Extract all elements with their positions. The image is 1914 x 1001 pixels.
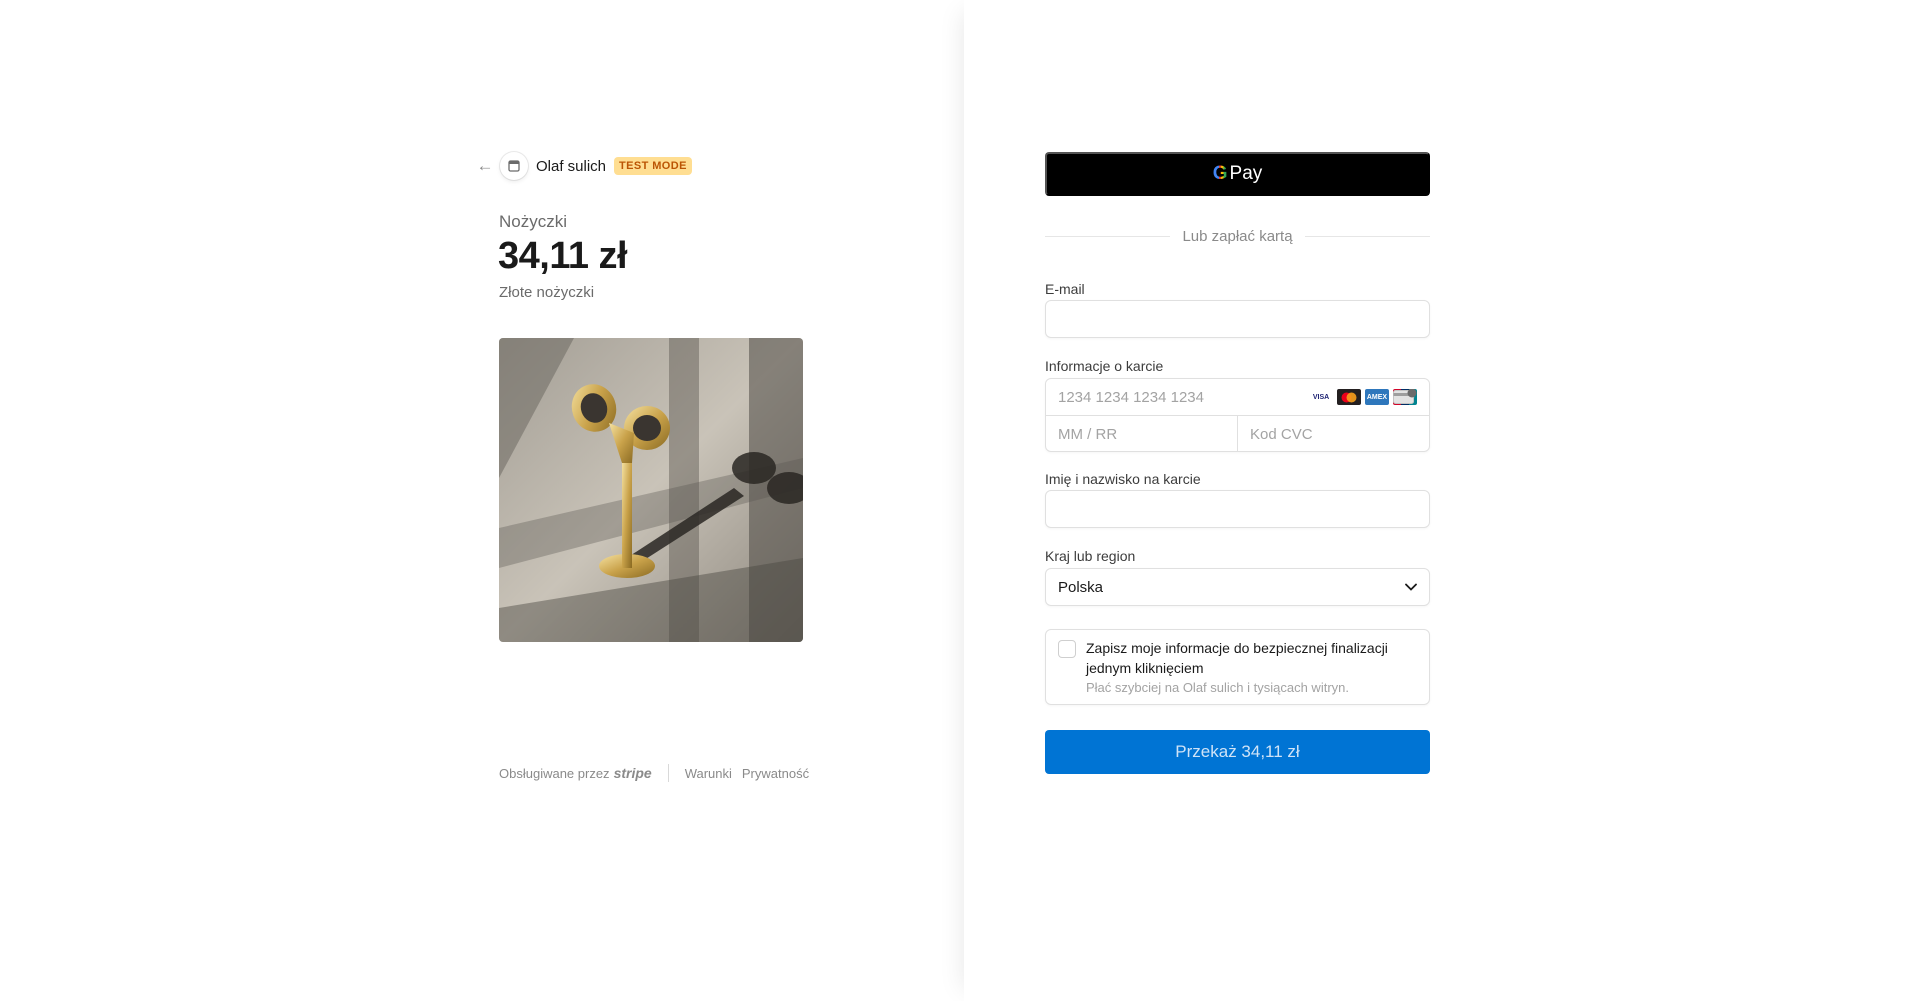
- country-value: Polska: [1058, 578, 1104, 596]
- terms-link[interactable]: Warunki: [685, 766, 732, 781]
- country-select[interactable]: Polska: [1045, 568, 1430, 606]
- powered-by-text: Obsługiwane przez: [499, 765, 610, 781]
- product-description: Złote nożyczki: [499, 284, 595, 301]
- product-image: [499, 338, 803, 642]
- or-divider: Lub zapłać kartą: [1045, 228, 1431, 245]
- amex-icon: AMEX: [1365, 389, 1389, 405]
- google-pay-label: Pay: [1229, 163, 1263, 184]
- email-label: E-mail: [1045, 281, 1085, 297]
- stripe-logo[interactable]: stripe: [614, 765, 652, 781]
- divider-line-right: [1304, 236, 1431, 237]
- footer-divider: [667, 764, 669, 782]
- product-price: 34,11 zł: [498, 235, 628, 277]
- card-info-group: 1234 1234 1234 1234 VISA AMEX UnionPay M…: [1045, 378, 1430, 452]
- pay-button[interactable]: Przekaż 34,11 zł: [1045, 730, 1430, 774]
- cardholder-name-field[interactable]: [1045, 490, 1430, 528]
- cvc-card-icon: [1393, 389, 1417, 404]
- privacy-link[interactable]: Prywatność: [742, 766, 809, 781]
- footer: Obsługiwane przez stripe Warunki Prywatn…: [499, 764, 819, 782]
- mastercard-icon: [1337, 389, 1361, 405]
- or-divider-text: Lub zapłać kartą: [1182, 228, 1293, 245]
- cardholder-name-label: Imię i nazwisko na karcie: [1045, 471, 1201, 487]
- google-pay-button[interactable]: G Pay: [1045, 152, 1430, 196]
- arrow-left-icon[interactable]: ←: [476, 156, 494, 175]
- merchant-header: ← Olaf sulich TEST MODE: [476, 152, 692, 180]
- test-mode-badge: TEST MODE: [614, 157, 692, 175]
- card-info-label: Informacje o karcie: [1045, 358, 1164, 374]
- save-info-checkbox[interactable]: [1058, 640, 1076, 658]
- visa-icon: VISA: [1312, 393, 1330, 401]
- product-name: Nożyczki: [499, 212, 568, 231]
- order-summary-panel: ← Olaf sulich TEST MODE Nożyczki 34,11 z…: [0, 0, 964, 1001]
- save-info-box: Zapisz moje informacje do bezpiecznej fi…: [1045, 629, 1430, 705]
- chevron-down-icon: [1405, 583, 1417, 591]
- email-field[interactable]: [1045, 300, 1430, 338]
- store-icon: [500, 152, 528, 180]
- expiry-field[interactable]: MM / RR: [1046, 416, 1238, 452]
- save-info-subtitle: Płać szybciej na Olaf sulich i tysiącach…: [1086, 680, 1349, 695]
- divider-line-left: [1045, 236, 1171, 237]
- save-info-title: Zapisz moje informacje do bezpiecznej fi…: [1086, 640, 1388, 676]
- google-g-icon: G: [1212, 163, 1228, 184]
- country-label: Kraj lub region: [1045, 548, 1136, 564]
- merchant-name: Olaf sulich: [536, 157, 607, 175]
- cvc-field[interactable]: Kod CVC: [1238, 416, 1429, 452]
